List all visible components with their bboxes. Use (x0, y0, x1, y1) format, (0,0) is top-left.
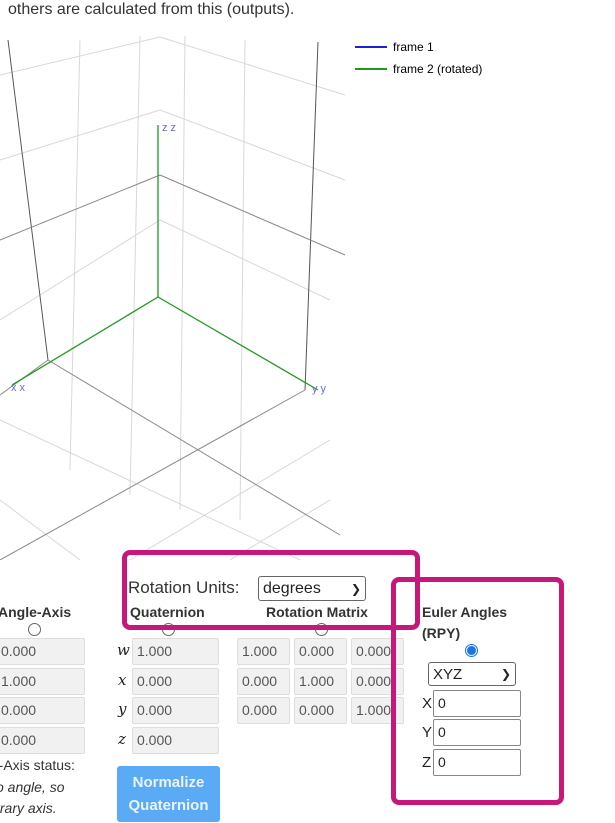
grid (0, 35, 346, 560)
normalize-quaternion-button[interactable]: Normalize Quaternion (117, 766, 220, 822)
matrix-cell[interactable]: 0.000 (294, 697, 347, 724)
quaternion-y-input[interactable]: 0.000 (132, 697, 219, 724)
legend-frame-2[interactable]: frame 2 (rotated) (393, 62, 482, 76)
z-axis-label: z z (162, 122, 176, 134)
angle-axis-input[interactable]: 1.000 (0, 668, 85, 695)
legend[interactable]: frame 1 frame 2 (rotated) (355, 40, 482, 76)
angle-axis-status-label: gle-Axis status: (0, 757, 75, 773)
normalize-button-line-1: Normalize (132, 774, 205, 791)
matrix-cell[interactable]: 0.000 (237, 697, 290, 724)
matrix-cell[interactable]: 1.000 (294, 668, 347, 695)
legend-frame-1[interactable]: frame 1 (393, 40, 434, 54)
angle-axis-status-line: o angle, so (0, 779, 65, 795)
matrix-cell[interactable]: 0.000 (294, 638, 347, 665)
angle-axis-radio[interactable] (28, 623, 41, 636)
quaternion-x-input[interactable]: 0.000 (132, 668, 219, 695)
quaternion-y-label: y (118, 700, 127, 718)
quaternion-z-label: z (118, 730, 126, 748)
box-edges (0, 39, 346, 560)
angle-axis-input[interactable]: 0.000 (0, 697, 85, 724)
angle-axis-status-line: trary axis. (0, 800, 57, 816)
y-axis-label: y y (312, 383, 327, 395)
3d-plot[interactable]: z z x x y y frame 1 frame 2 (rotated) (0, 0, 615, 560)
quaternion-x-label: x (118, 671, 127, 689)
angle-axis-input[interactable]: 0.000 (0, 727, 85, 754)
quaternion-w-label: w (117, 641, 130, 659)
quaternion-z-input[interactable]: 0.000 (132, 727, 219, 754)
x-axis-label: x x (11, 382, 26, 394)
intro-text: others are calculated from this (outputs… (8, 0, 295, 19)
frame-axes (11, 125, 319, 391)
matrix-cell[interactable]: 0.000 (237, 668, 290, 695)
angle-axis-input[interactable]: 0.000 (0, 638, 85, 665)
matrix-cell[interactable]: 1.000 (237, 638, 290, 665)
highlight-box-euler (391, 577, 564, 805)
normalize-button-line-2: Quaternion (128, 797, 209, 814)
angle-axis-title: Angle-Axis (0, 604, 72, 620)
quaternion-w-input[interactable]: 1.000 (132, 638, 219, 665)
highlight-box-units (122, 550, 420, 630)
